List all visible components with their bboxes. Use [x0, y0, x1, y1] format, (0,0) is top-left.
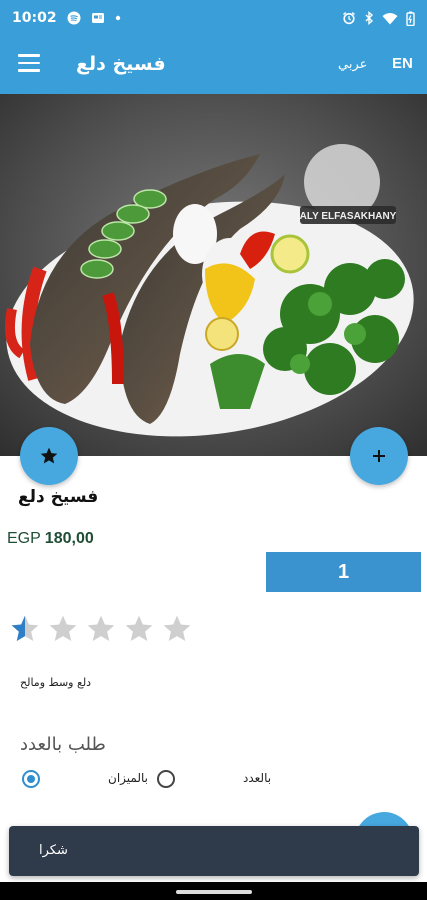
order-type-label: طلب بالعدد [20, 734, 106, 755]
home-gesture-handle[interactable] [176, 890, 252, 894]
radio-by-weight-label: بالميزان [108, 771, 148, 785]
spotify-icon [67, 11, 81, 25]
add-to-cart-button[interactable] [350, 427, 408, 485]
fish-platter-image: ALY ELFASAKHANY [0, 94, 427, 456]
star-5-icon[interactable] [160, 613, 194, 645]
plus-icon [373, 450, 385, 462]
menu-icon[interactable] [18, 54, 40, 72]
status-time: 10:02 [12, 10, 57, 26]
wifi-icon [382, 12, 398, 24]
product-price: EGP 180,00 [7, 530, 94, 548]
snackbar: شكرا [9, 826, 419, 876]
rating-stars [8, 613, 194, 645]
bluetooth-icon [365, 11, 374, 25]
product-image: ALY ELFASAKHANY [0, 94, 427, 456]
language-english-button[interactable]: EN [392, 55, 413, 72]
product-name: فسيخ دلع [18, 487, 99, 507]
favorite-button[interactable] [20, 427, 78, 485]
order-type-options: بالعدد بالميزان [0, 765, 427, 795]
quantity-stepper[interactable]: 1 [266, 552, 421, 592]
star-3-icon[interactable] [84, 613, 118, 645]
star-1-icon[interactable] [8, 613, 42, 645]
page-title: فسيخ دلع [76, 53, 166, 75]
star-icon [40, 447, 58, 464]
language-arabic-button[interactable]: عربي [338, 57, 367, 72]
radio-by-weight[interactable] [157, 770, 175, 788]
price-currency: EGP [7, 530, 41, 547]
star-4-icon[interactable] [122, 613, 156, 645]
alarm-icon [343, 12, 355, 25]
status-bar: 10:02 [0, 0, 427, 36]
star-2-icon[interactable] [46, 613, 80, 645]
radio-by-count[interactable] [22, 770, 40, 788]
notification-dot-icon [115, 15, 120, 21]
app-bar: فسيخ دلع عربي EN [0, 36, 427, 94]
snackbar-message: شكرا [39, 843, 68, 858]
product-description: دلع وسط ومالح [20, 676, 92, 689]
news-icon [91, 13, 104, 23]
radio-by-count-label: بالعدد [243, 771, 272, 785]
price-value: 180,00 [44, 530, 94, 547]
logo-text: ALY ELFASAKHANY [300, 211, 397, 222]
battery-icon [406, 11, 415, 26]
